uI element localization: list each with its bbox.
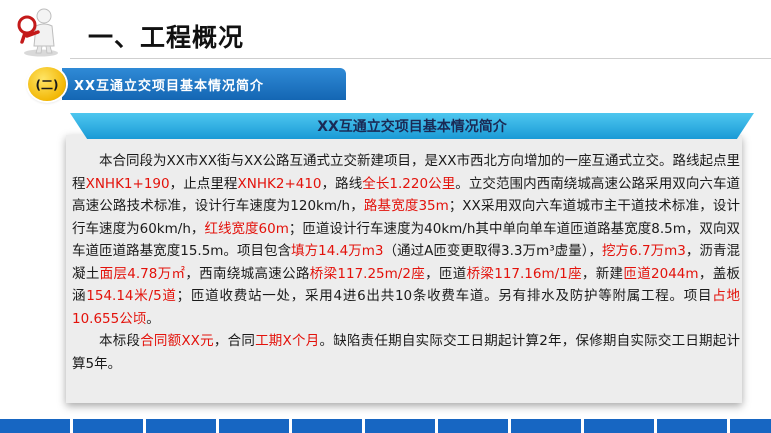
highlight-start-mileage: XNHK1+190 xyxy=(85,175,170,192)
highlight-duration: 工期X个月 xyxy=(255,333,320,349)
panel-title: XX互通立交项目基本情况简介 xyxy=(317,119,507,135)
highlight-asphalt-surface: 面层4.78万㎡ xyxy=(99,265,186,282)
highlight-culvert: 154.14米/5道 xyxy=(86,288,177,304)
highlight-roadbed-width: 路基宽度35m xyxy=(363,198,449,214)
highlight-contract-amount: 合同额XX元 xyxy=(140,333,214,349)
text-run: ，匝道 xyxy=(425,265,467,282)
text-run: ，合同 xyxy=(213,333,256,349)
text-run: ，西南绕城高速公路 xyxy=(185,265,310,282)
text-run: 。 xyxy=(146,310,160,327)
text-run: 本标段 xyxy=(99,333,141,349)
panel-header: XX互通立交项目基本情况简介 xyxy=(70,113,754,139)
text-run: ，新建 xyxy=(581,265,624,282)
paragraph-project-scope: 本合同段为XX市XX街与XX公路互通式立交新建项目，是XX市西北方向增加的一座互… xyxy=(72,150,740,330)
text-run: ，路线 xyxy=(321,175,363,192)
section-title: XX互通立交项目基本情况简介 xyxy=(74,79,265,94)
section-number-badge: (二) xyxy=(28,67,66,101)
footer-stripe xyxy=(0,419,771,433)
highlight-fill-volume: 填方14.4万m3 xyxy=(291,243,384,259)
title-divider xyxy=(70,58,771,59)
paragraph-contract-terms: 本标段合同额XX元，合同工期X个月。缺陷责任期自实际交工日期起计算2年，保修期自… xyxy=(72,330,740,375)
highlight-cut-volume: 挖方6.7万m3 xyxy=(602,243,686,259)
highlight-ramp-bridge: 桥梁117.16m/1座 xyxy=(466,265,582,282)
text-run: （通过A匝变更取得3.3万m³虚量）， xyxy=(383,243,603,259)
highlight-redline-width: 红线宽度60m xyxy=(204,220,289,237)
text-run: ，止点里程 xyxy=(169,175,238,192)
highlight-end-mileage: XNHK2+410 xyxy=(237,175,322,192)
text-run: ；匝道收费站一处，采用4进6出共10条收费车道。另有排水及防护等附属工程。项目 xyxy=(176,288,713,304)
page-title: 一、工程概况 xyxy=(88,23,245,52)
magnifier-figure-icon xyxy=(17,8,58,57)
project-description: 本合同段为XX市XX街与XX公路互通式立交新建项目，是XX市西北方向增加的一座互… xyxy=(72,150,740,375)
highlight-highway-bridge: 桥梁117.25m/2座 xyxy=(309,265,426,282)
highlight-total-length: 全长1.220公里 xyxy=(362,175,456,192)
highlight-new-ramp: 匝道2044m xyxy=(623,265,699,282)
